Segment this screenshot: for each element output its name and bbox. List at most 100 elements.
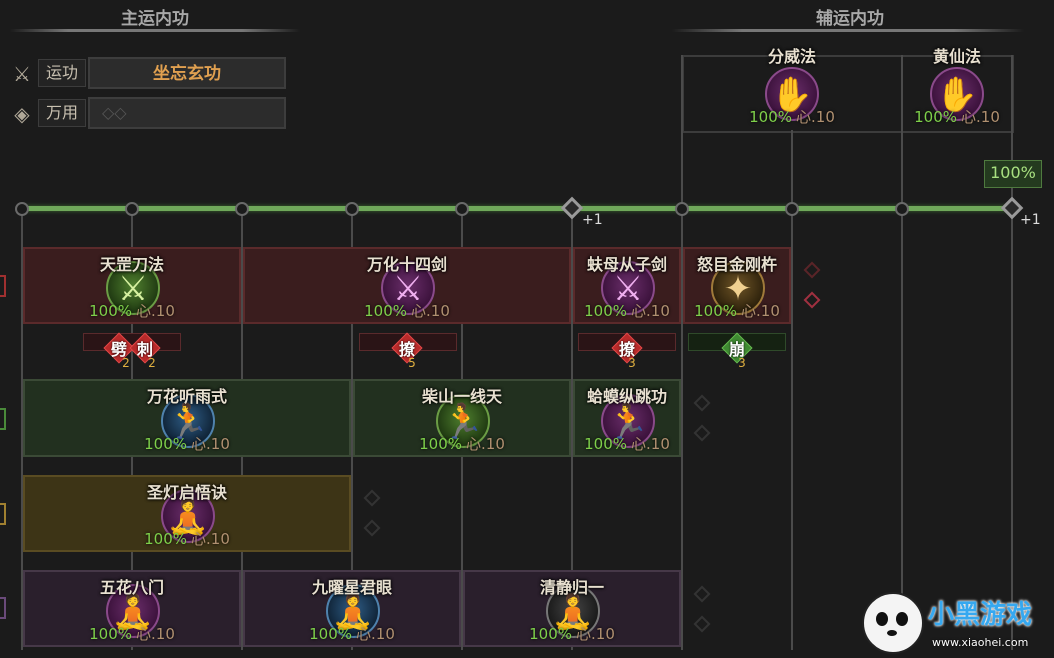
support-skill-card[interactable]: 分威法 ✋ 100% 心.10 (684, 41, 900, 131)
row-marker-gold (0, 503, 6, 525)
main-header-divider (10, 29, 300, 32)
empty-diamond-icon (693, 424, 711, 442)
rail-node[interactable] (345, 202, 359, 216)
yungong-slot[interactable]: 坐忘玄功 (88, 57, 286, 89)
tag-count: 3 (628, 356, 636, 370)
skill-percent: 100% (144, 435, 188, 453)
skill-xin: 心.10 (466, 435, 505, 453)
rail-bonus-diamond[interactable] (560, 196, 584, 220)
row-marker-red (0, 275, 6, 297)
empty-diamond-icon (363, 489, 381, 507)
empty-diamond-icon (693, 585, 711, 603)
skill-name: 九曜星君眼 (311, 578, 392, 597)
attack-tag[interactable]: 崩 3 (721, 332, 753, 370)
attack-tag[interactable]: 撩 5 (391, 332, 423, 370)
wanyong-label: 万用 (38, 99, 86, 127)
rail-node[interactable] (125, 202, 139, 216)
empty-diamond-icon (363, 519, 381, 537)
skill-card[interactable]: 清静归一 🧘 100% 心.10 (463, 570, 681, 647)
rail-node[interactable] (785, 202, 799, 216)
attack-tag[interactable]: 撩 3 (611, 332, 643, 370)
skill-card[interactable]: 万化十四剑 ⚔ 100% 心.10 (243, 247, 571, 324)
tag-count: 2 (148, 356, 156, 370)
grid-line (1011, 55, 1013, 650)
empty-diamond-icon (803, 291, 821, 309)
support-neigong-header: 辅运内功 (816, 9, 884, 29)
support-skill-card[interactable]: 黄仙法 ✋ 100% 心.10 (903, 41, 1011, 131)
empty-diamond-icon (693, 394, 711, 412)
skill-percent: 100% (584, 435, 628, 453)
attack-tag[interactable]: 刺 2 (129, 332, 161, 370)
skill-card[interactable]: 天罡刀法 ⚔ 100% 心.10 (23, 247, 241, 324)
skill-xin: 心.10 (356, 625, 395, 643)
tag-count: 5 (408, 356, 416, 370)
skill-card[interactable]: 圣灯启悟诀 🧘 100% 心.10 (23, 475, 351, 552)
skill-xin: 心.10 (796, 108, 835, 126)
skill-percent: 100% (364, 302, 408, 320)
skill-card[interactable]: 九曜星君眼 🧘 100% 心.10 (243, 570, 461, 647)
main-neigong-header: 主运内功 (121, 9, 189, 29)
grid-line (681, 55, 683, 650)
watermark-brand: 小黑游戏 (928, 600, 1033, 630)
progress-rail (22, 206, 1012, 211)
skill-name: 蚨母从子剑 (586, 255, 667, 274)
skill-xin: 心.10 (576, 625, 615, 643)
rail-node[interactable] (455, 202, 469, 216)
skill-name: 万花听雨式 (146, 387, 227, 406)
skill-xin: 心.10 (191, 435, 230, 453)
skill-xin: 心.10 (136, 302, 175, 320)
skill-percent: 100% (914, 108, 958, 126)
rail-node[interactable] (235, 202, 249, 216)
skill-percent: 100% (309, 625, 353, 643)
yungong-label: 运功 (38, 59, 86, 87)
skill-card[interactable]: 柴山一线天 🏃 100% 心.10 (353, 379, 571, 457)
skill-name: 黄仙法 (932, 47, 981, 66)
wanyong-empty-icon: ◇◇ (102, 103, 127, 122)
tag-count: 3 (738, 356, 746, 370)
skill-name: 清静归一 (539, 578, 604, 597)
skill-xin: 心.10 (741, 302, 780, 320)
skill-percent: 100% (584, 302, 628, 320)
skill-name: 五花八门 (99, 578, 164, 597)
rail-bonus-label: +1 (1020, 212, 1041, 228)
skill-percent: 100% (419, 435, 463, 453)
empty-diamond-icon (803, 261, 821, 279)
skill-card[interactable]: 万花听雨式 🏃 100% 心.10 (23, 379, 351, 457)
rail-node[interactable] (675, 202, 689, 216)
rail-bonus-label: +1 (582, 212, 603, 228)
row-marker-green (0, 408, 6, 430)
skill-percent: 100% (144, 530, 188, 548)
wanyong-icon: ◈ (14, 102, 30, 126)
support-header-divider (672, 29, 1024, 32)
skill-card[interactable]: 蛤蟆纵跳功 🏃 100% 心.10 (573, 379, 681, 457)
skill-name: 怒目金刚杵 (696, 255, 777, 274)
watermark-url: www.xiaohei.com (932, 636, 1029, 649)
skill-percent: 100% (694, 302, 738, 320)
skill-xin: 心.10 (631, 435, 670, 453)
rail-node[interactable] (895, 202, 909, 216)
skill-name: 天罡刀法 (99, 255, 164, 274)
skill-card[interactable]: 怒目金刚杵 ✦ 100% 心.10 (683, 247, 791, 324)
skill-xin: 心.10 (631, 302, 670, 320)
skill-xin: 心.10 (961, 108, 1000, 126)
skill-name: 圣灯启悟诀 (146, 483, 227, 502)
skill-percent: 100% (529, 625, 573, 643)
skill-name: 柴山一线天 (421, 387, 502, 406)
rail-node[interactable] (15, 202, 29, 216)
skill-xin: 心.10 (411, 302, 450, 320)
skill-card[interactable]: 蚨母从子剑 ⚔ 100% 心.10 (573, 247, 681, 324)
skill-name: 分威法 (767, 47, 816, 66)
rail-progress-badge: 100% (984, 160, 1042, 188)
row-marker-purple (0, 597, 6, 619)
skill-percent: 100% (749, 108, 793, 126)
skill-card[interactable]: 五花八门 🧘 100% 心.10 (23, 570, 241, 647)
watermark-logo: 小黑游戏 www.xiaohei.com (862, 588, 1052, 658)
panda-icon (862, 592, 924, 654)
skill-name: 蛤蟆纵跳功 (586, 387, 667, 406)
skill-name: 万化十四剑 (366, 255, 447, 274)
wanyong-slot[interactable]: ◇◇ (88, 97, 286, 129)
skill-percent: 100% (89, 625, 133, 643)
yungong-icon: ⚔ (13, 62, 31, 86)
skill-xin: 心.10 (191, 530, 230, 548)
grid-line (901, 55, 903, 650)
